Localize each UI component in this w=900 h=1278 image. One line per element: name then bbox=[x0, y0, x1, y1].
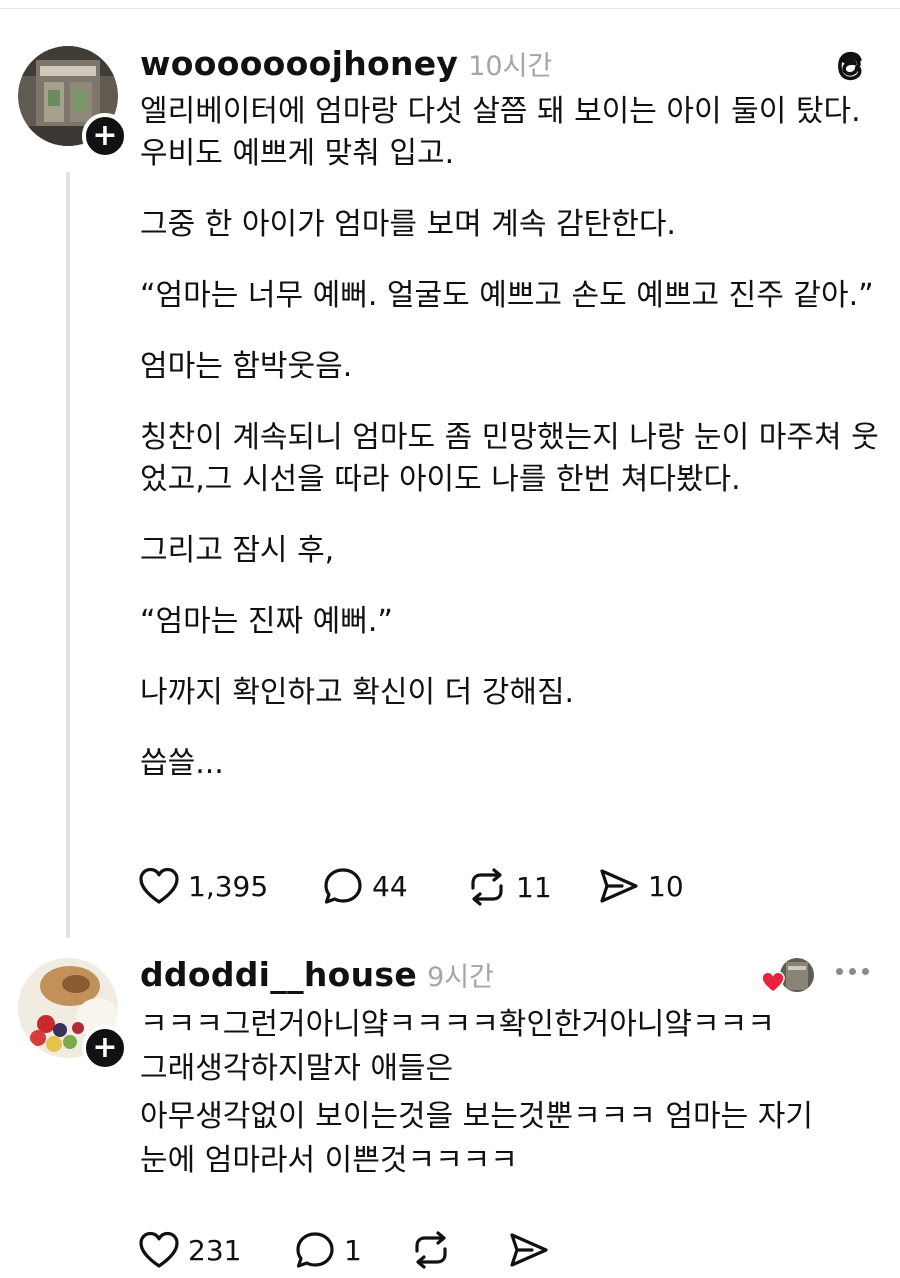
post-repost-button[interactable]: 11 bbox=[466, 866, 552, 908]
like-count: 1,395 bbox=[188, 869, 269, 903]
author-liked-heart-icon bbox=[760, 970, 786, 998]
post-like-button[interactable]: 1,395 bbox=[138, 866, 268, 906]
reply-like-count: 231 bbox=[188, 1233, 242, 1267]
post-time: 10시간 bbox=[468, 51, 553, 82]
reply-share-button[interactable] bbox=[508, 1230, 550, 1270]
repost-icon bbox=[415, 1231, 447, 1269]
post-paragraph: “엄마는 진짜 예뻐.” bbox=[140, 604, 393, 639]
comment-count: 44 bbox=[372, 869, 408, 903]
threads-logo-icon[interactable] bbox=[830, 46, 870, 86]
reply-body: ㅋㅋㅋ그런거아니얔ㅋㅋㅋㅋ확인한거아니얔ㅋㅋㅋ 그래생각하지말자 애들은 아무생… bbox=[140, 1003, 880, 1183]
reply-time: 9시간 bbox=[427, 962, 494, 993]
thread-connector-line bbox=[66, 172, 70, 938]
post-paragraph: 칭찬이 계속되니 엄마도 좀 민망했는지 나랑 눈이 마주쳐 웃었고,그 시선을… bbox=[140, 420, 879, 497]
comment-icon bbox=[324, 868, 362, 904]
reply-header: ddoddi__house 9시간 bbox=[140, 955, 494, 994]
share-icon bbox=[510, 1233, 548, 1267]
repost-icon bbox=[471, 868, 503, 906]
top-divider bbox=[0, 8, 900, 9]
post-comment-button[interactable]: 44 bbox=[322, 866, 408, 906]
post-share-button[interactable]: 10 bbox=[598, 866, 684, 906]
reply-line: 아무생각없이 보이는것을 보는것뿐ㅋㅋㅋ 엄마는 자기 bbox=[140, 1099, 813, 1134]
reply-username[interactable]: ddoddi__house bbox=[140, 955, 417, 994]
post-body: 엘리베이터에 엄마랑 다섯 살쯤 돼 보이는 아이 둘이 탔다. 우비도 예쁘게… bbox=[140, 91, 880, 785]
heart-icon bbox=[139, 1231, 179, 1268]
heart-icon bbox=[139, 867, 179, 904]
reply-like-button[interactable]: 231 bbox=[138, 1230, 241, 1270]
comment-icon bbox=[296, 1232, 334, 1268]
post-paragraph: 엘리베이터에 엄마랑 다섯 살쯤 돼 보이는 아이 둘이 탔다. 우비도 예쁘게… bbox=[140, 94, 861, 171]
reply-comment-button[interactable]: 1 bbox=[294, 1230, 362, 1270]
reply-line: 눈에 엄마라서 이쁜것ㅋㅋㅋㅋ bbox=[140, 1143, 518, 1178]
post-username[interactable]: wooooooojhoney bbox=[140, 44, 458, 83]
share-count: 10 bbox=[648, 869, 684, 903]
post-paragraph: 그리고 잠시 후, bbox=[140, 533, 335, 568]
reply-line: ㅋㅋㅋ그런거아니얔ㅋㅋㅋㅋ확인한거아니얔ㅋㅋㅋ bbox=[140, 1007, 775, 1042]
reply-repost-button[interactable] bbox=[410, 1229, 452, 1271]
post-header: wooooooojhoney 10시간 bbox=[140, 44, 552, 83]
follow-plus-icon[interactable]: + bbox=[82, 113, 128, 159]
more-icon[interactable] bbox=[836, 968, 869, 975]
post-paragraph: “엄마는 너무 예뻐. 얼굴도 예쁘고 손도 예쁘고 진주 같아.” bbox=[140, 278, 874, 313]
repost-count: 11 bbox=[516, 870, 552, 904]
post-paragraph: 나까지 확인하고 확신이 더 강해짐. bbox=[140, 675, 575, 710]
reply-comment-count: 1 bbox=[344, 1233, 362, 1267]
post-paragraph: 엄마는 함박웃음. bbox=[140, 349, 353, 384]
reply-line: 그래생각하지말자 애들은 bbox=[140, 1051, 454, 1086]
share-icon bbox=[600, 869, 638, 903]
follow-plus-icon[interactable]: + bbox=[82, 1025, 128, 1071]
post-paragraph: 씁쓸... bbox=[140, 746, 224, 781]
post-paragraph: 그중 한 아이가 엄마를 보며 계속 감탄한다. bbox=[140, 207, 676, 242]
